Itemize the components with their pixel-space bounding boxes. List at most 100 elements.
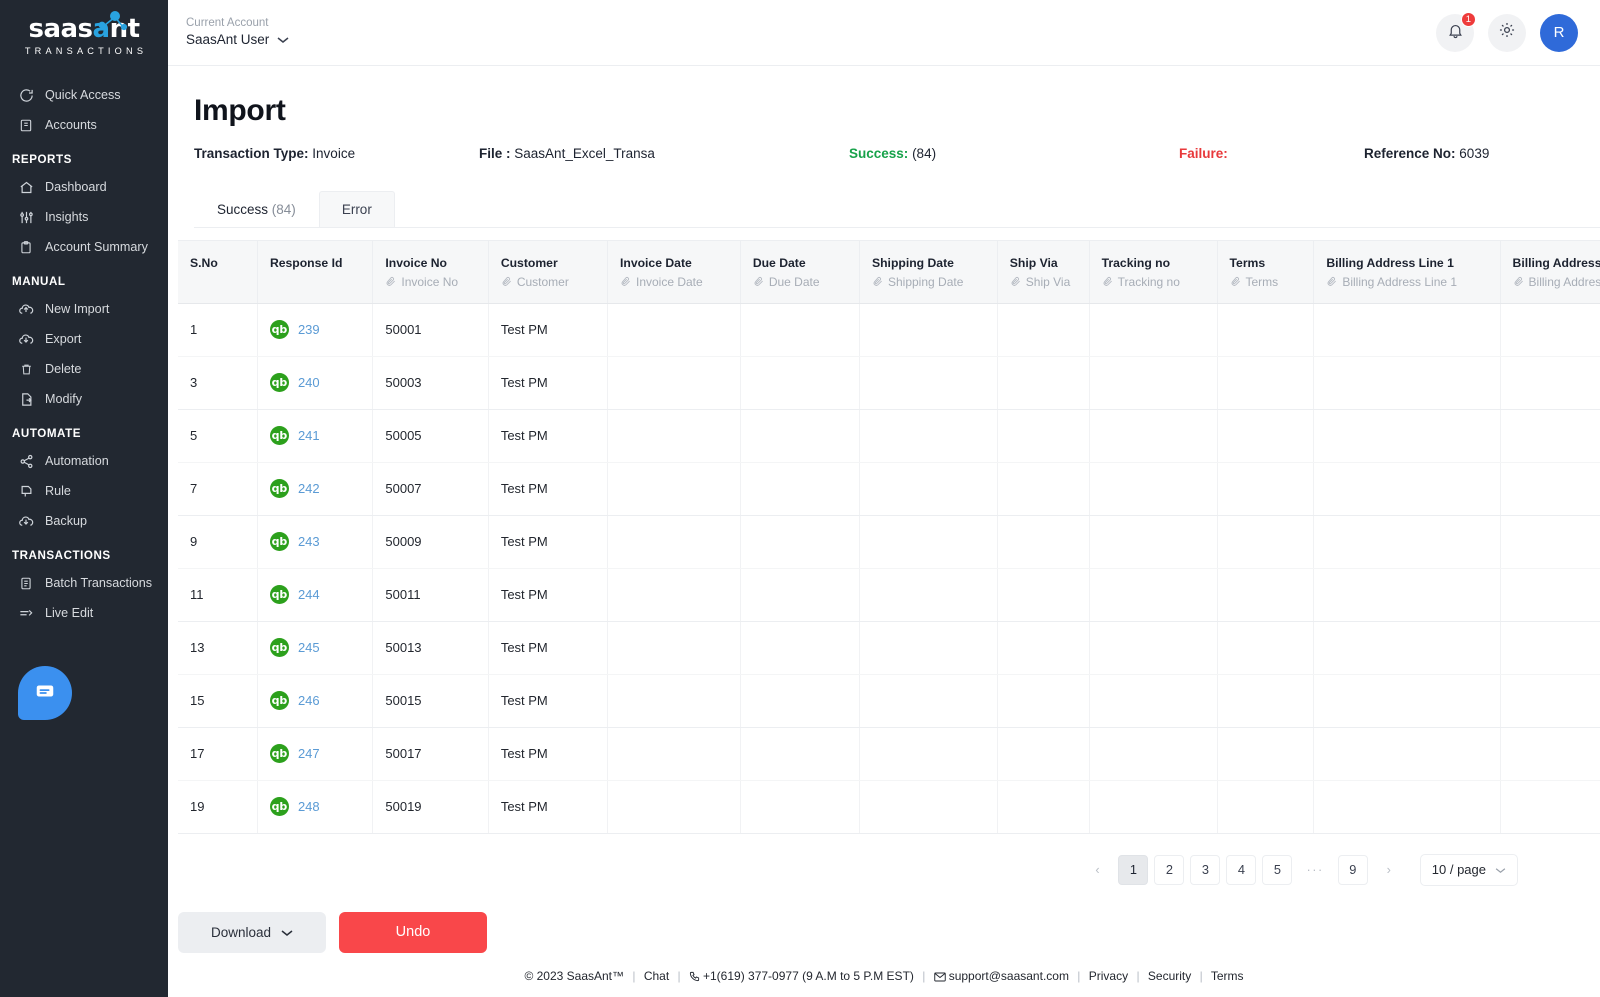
- sidebar-item-batch-transactions[interactable]: Batch Transactions: [0, 568, 168, 598]
- response-id-link[interactable]: 242: [298, 481, 320, 496]
- sidebar-item-rule[interactable]: Rule: [0, 476, 168, 506]
- cell-empty: [997, 409, 1090, 463]
- sidebar-item-label: Accounts: [45, 117, 97, 132]
- account-switcher[interactable]: SaasAnt User: [186, 32, 289, 49]
- table-row[interactable]: 19 qb 248 50019 Test PM: [178, 780, 1600, 834]
- pagination-page-4[interactable]: 4: [1226, 854, 1257, 885]
- column-header[interactable]: Response Id: [257, 241, 374, 304]
- column-mapping-label: Customer: [516, 275, 569, 290]
- sidebar-item-automation[interactable]: Automation: [0, 446, 168, 476]
- response-id-link[interactable]: 248: [298, 799, 320, 814]
- cell-empty: [1500, 727, 1600, 781]
- sidebar-item-delete[interactable]: Delete: [0, 354, 168, 384]
- undo-button[interactable]: Undo: [339, 911, 487, 953]
- sidebar-item-new-import[interactable]: New Import: [0, 294, 168, 324]
- sidebar-item-accounts[interactable]: Accounts: [0, 110, 168, 140]
- pagination-page-last[interactable]: 9: [1337, 854, 1368, 885]
- table-row[interactable]: 5 qb 241 50005 Test PM: [178, 409, 1600, 463]
- download-button[interactable]: Download: [178, 911, 326, 953]
- response-id-link[interactable]: 243: [298, 534, 320, 549]
- column-header[interactable]: Billing Address Line 2 Billing Address Li…: [1500, 241, 1600, 304]
- tab-error[interactable]: Error: [318, 191, 395, 227]
- response-id-link[interactable]: 241: [298, 428, 320, 443]
- quickbooks-icon: qb: [269, 744, 289, 764]
- column-header[interactable]: Invoice No Invoice No: [372, 241, 489, 304]
- action-buttons: Download Undo: [178, 911, 1600, 953]
- response-id-link[interactable]: 244: [298, 587, 320, 602]
- sidebar-item-quick-access[interactable]: Quick Access: [0, 80, 168, 110]
- chat-bubble-icon: [34, 680, 56, 707]
- quick-access-icon: [18, 87, 34, 103]
- response-id-link[interactable]: 246: [298, 693, 320, 708]
- chat-widget-button[interactable]: [18, 666, 72, 720]
- table-row[interactable]: 7 qb 242 50007 Test PM: [178, 462, 1600, 516]
- pagination-prev[interactable]: ‹: [1082, 854, 1113, 885]
- cell-customer: Test PM: [488, 462, 608, 516]
- response-id-link[interactable]: 245: [298, 640, 320, 655]
- column-header[interactable]: Billing Address Line 1 Billing Address Li…: [1313, 241, 1501, 304]
- response-id-link[interactable]: 239: [298, 322, 320, 337]
- cell-empty: [997, 515, 1090, 569]
- cell-empty: [607, 303, 741, 357]
- table-row[interactable]: 13 qb 245 50013 Test PM: [178, 621, 1600, 675]
- results-table-container[interactable]: S.No Response Id Invoice No Invoice No Custo…: [178, 240, 1600, 834]
- table-row[interactable]: 9 qb 243 50009 Test PM: [178, 515, 1600, 569]
- logo-tagline: TRANSACTIONS: [24, 46, 148, 56]
- column-header[interactable]: Shipping Date Shipping Date: [859, 241, 998, 304]
- footer-privacy-link[interactable]: Privacy: [1089, 969, 1128, 983]
- sidebar-item-backup[interactable]: Backup: [0, 506, 168, 536]
- sidebar-item-live-edit[interactable]: Live Edit: [0, 598, 168, 628]
- cell-empty: [1217, 727, 1315, 781]
- pagination-page-3[interactable]: 3: [1190, 854, 1221, 885]
- pagination-page-1[interactable]: 1: [1118, 854, 1149, 885]
- cell-empty: [859, 303, 998, 357]
- response-id-link[interactable]: 240: [298, 375, 320, 390]
- cell-empty: [1217, 409, 1315, 463]
- column-header[interactable]: S.No: [178, 241, 258, 304]
- sidebar-item-dashboard[interactable]: Dashboard: [0, 172, 168, 202]
- column-header[interactable]: Terms Terms: [1217, 241, 1315, 304]
- table-row[interactable]: 3 qb 240 50003 Test PM: [178, 356, 1600, 410]
- cell-empty: [997, 356, 1090, 410]
- table-row[interactable]: 11 qb 244 50011 Test PM: [178, 568, 1600, 622]
- meta-label: Reference No:: [1364, 146, 1456, 161]
- avatar[interactable]: R: [1540, 13, 1578, 52]
- column-header[interactable]: Ship Via Ship Via: [997, 241, 1090, 304]
- cell-invoice-no: 50013: [372, 621, 489, 675]
- cell-empty: [1313, 621, 1501, 675]
- cell-customer: Test PM: [488, 515, 608, 569]
- sidebar-item-label: Delete: [45, 361, 82, 376]
- cell-customer: Test PM: [488, 780, 608, 834]
- table-row[interactable]: 15 qb 246 50015 Test PM: [178, 674, 1600, 728]
- cell-sno: 7: [178, 462, 258, 516]
- column-header[interactable]: Customer Customer: [488, 241, 608, 304]
- page-size-select[interactable]: 10 / page: [1419, 853, 1518, 886]
- footer-email[interactable]: support@saasant.com: [949, 969, 1069, 983]
- pagination-page-2[interactable]: 2: [1154, 854, 1185, 885]
- notifications-button[interactable]: 1: [1436, 11, 1476, 52]
- response-id-link[interactable]: 247: [298, 746, 320, 761]
- footer-terms-link[interactable]: Terms: [1211, 969, 1244, 983]
- column-header[interactable]: Invoice Date Invoice Date: [607, 241, 741, 304]
- cell-response-id: qb 243: [257, 515, 374, 569]
- table-row[interactable]: 1 qb 239 50001 Test PM: [178, 303, 1600, 357]
- column-header[interactable]: Tracking no Tracking no: [1089, 241, 1218, 304]
- cell-empty: [1089, 727, 1218, 781]
- pagination-page-5[interactable]: 5: [1262, 854, 1293, 885]
- settings-button[interactable]: [1488, 13, 1526, 52]
- tab-success[interactable]: Success (84): [194, 191, 319, 227]
- column-header[interactable]: Due Date Due Date: [740, 241, 860, 304]
- meta-value: SaasAnt_Excel_Transa: [514, 146, 655, 161]
- sidebar-item-modify[interactable]: Modify: [0, 384, 168, 414]
- sidebar-item-insights[interactable]: Insights: [0, 202, 168, 232]
- cell-empty: [740, 303, 860, 357]
- footer-security-link[interactable]: Security: [1148, 969, 1191, 983]
- sidebar-item-account-summary[interactable]: Account Summary: [0, 232, 168, 262]
- cell-empty: [1089, 568, 1218, 622]
- footer-phone[interactable]: +1(619) 377-0977 (9 A.M to 5 P.M EST): [703, 969, 914, 983]
- sidebar-item-export[interactable]: Export: [0, 324, 168, 354]
- footer-chat-link[interactable]: Chat: [644, 969, 669, 983]
- pagination-ellipsis[interactable]: ···: [1298, 854, 1332, 885]
- pagination-next[interactable]: ›: [1373, 854, 1404, 885]
- table-row[interactable]: 17 qb 247 50017 Test PM: [178, 727, 1600, 781]
